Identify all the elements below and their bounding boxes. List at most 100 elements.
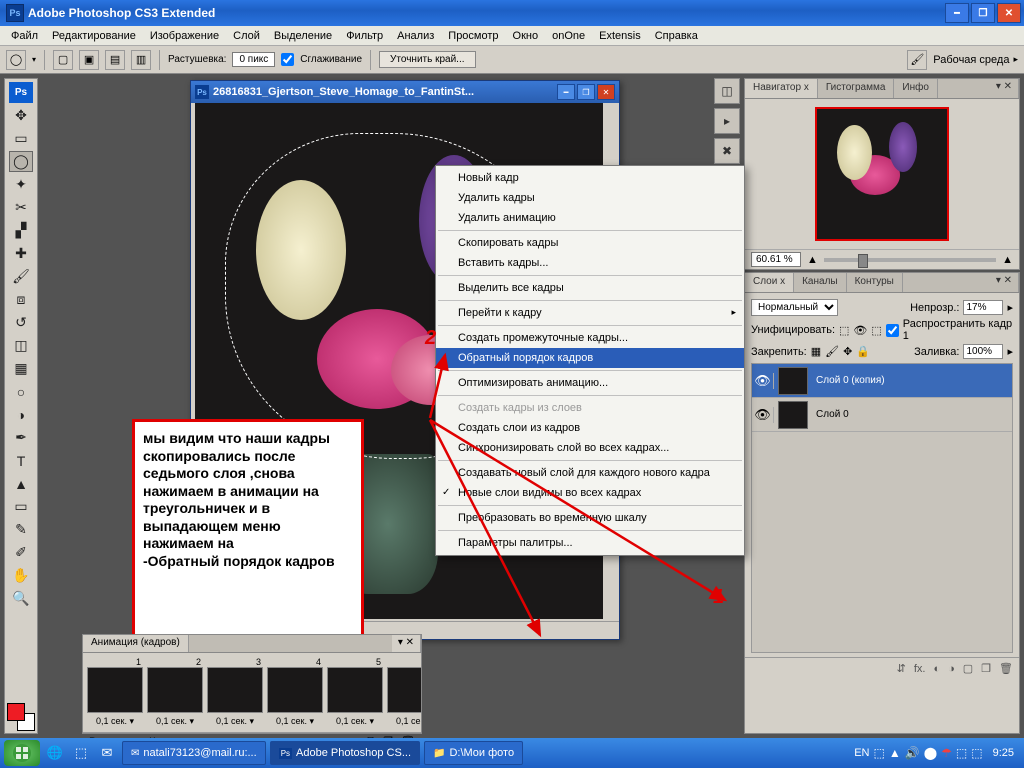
layer-name[interactable]: Слой 0 (копия) [812, 375, 885, 386]
stamp-tool-icon[interactable]: ⧈ [9, 289, 33, 310]
menu-item[interactable]: Выделить все кадры [436, 278, 744, 298]
task-photoshop[interactable]: Ps Adobe Photoshop CS... [270, 741, 420, 765]
color-swatches[interactable] [7, 703, 35, 731]
tab-channels[interactable]: Каналы [794, 273, 847, 292]
maximize-button[interactable] [971, 3, 995, 23]
tray-icon[interactable]: ⬚ [874, 746, 885, 760]
frame[interactable]: 30,1 сек. ▾ [207, 657, 263, 728]
eraser-tool-icon[interactable]: ◫ [9, 335, 33, 356]
path-select-icon[interactable]: ▲ [9, 473, 33, 494]
start-button[interactable] [4, 740, 40, 766]
selmode-sub-icon[interactable]: ▤ [105, 50, 125, 70]
group-icon[interactable]: ▢ [963, 662, 973, 675]
fg-swatch[interactable] [7, 703, 25, 721]
zoom-out-icon[interactable]: ▲ [807, 254, 818, 266]
fx-icon[interactable]: fx. [914, 663, 926, 675]
dock-icon-1[interactable]: ◫ [714, 78, 740, 104]
brush-tool-icon[interactable]: 🖌 [9, 266, 33, 287]
ql-mail-icon[interactable]: ✉ [96, 742, 118, 764]
shape-tool-icon[interactable]: ▭ [9, 496, 33, 517]
menu-file[interactable]: Файл [4, 28, 45, 44]
new-layer-icon[interactable]: ❐ [981, 662, 991, 675]
pen-tool-icon[interactable]: ✒ [9, 427, 33, 448]
menu-edit[interactable]: Редактирование [45, 28, 143, 44]
menu-extensis[interactable]: Extensis [592, 28, 648, 44]
menu-item[interactable]: Новые слои видимы во всех кадрах [436, 483, 744, 503]
propagate-checkbox[interactable] [886, 324, 899, 337]
tab-navigator[interactable]: Навигатор x [745, 79, 818, 98]
task-explorer[interactable]: 📁 D:\Мои фото [424, 741, 523, 765]
layer-item[interactable]: 👁 Слой 0 (копия) [752, 364, 1012, 398]
menu-item[interactable]: Преобразовать во временную шкалу [436, 508, 744, 528]
animation-tab[interactable]: Анимация (кадров) [83, 635, 189, 652]
tray-icon[interactable]: ⬤ [924, 746, 937, 760]
selmode-int-icon[interactable]: ▥ [131, 50, 151, 70]
frame[interactable]: 60,1 сек. ▾ [387, 657, 421, 728]
zoom-input[interactable]: 60.61 % [751, 252, 801, 267]
panel-collapse-icon[interactable]: ▾ ✕ [990, 79, 1019, 98]
frame[interactable]: 20,1 сек. ▾ [147, 657, 203, 728]
marquee-tool-icon[interactable]: ▭ [9, 128, 33, 149]
close-button[interactable] [997, 3, 1021, 23]
visibility-icon[interactable]: 👁 [752, 373, 774, 389]
gradient-tool-icon[interactable]: ▦ [9, 358, 33, 379]
menu-item[interactable]: Обратный порядок кадров [436, 348, 744, 368]
menu-item[interactable]: Параметры палитры... [436, 533, 744, 553]
ql-desktop-icon[interactable]: ⬚ [70, 742, 92, 764]
doc-close-button[interactable]: ✕ [597, 84, 615, 100]
clock[interactable]: 9:25 [987, 747, 1020, 759]
menu-item[interactable]: Удалить анимацию [436, 208, 744, 228]
adjustment-icon[interactable]: ◑ [948, 663, 955, 675]
doc-max-button[interactable]: ❐ [577, 84, 595, 100]
brush-icon[interactable]: 🖌 [907, 50, 927, 70]
dodge-tool-icon[interactable]: ◑ [9, 404, 33, 425]
trash-icon[interactable]: 🗑 [999, 662, 1013, 675]
menu-item[interactable]: Удалить кадры [436, 188, 744, 208]
unify-vis-icon[interactable]: 👁 [853, 324, 867, 337]
lock-brush-icon[interactable]: 🖌 [825, 345, 839, 358]
menu-item[interactable]: Скопировать кадры [436, 233, 744, 253]
menu-select[interactable]: Выделение [267, 28, 339, 44]
menu-image[interactable]: Изображение [143, 28, 226, 44]
move-tool-icon[interactable]: ✥ [9, 105, 33, 126]
menu-item[interactable]: Создать слои из кадров [436, 418, 744, 438]
wand-tool-icon[interactable]: ✦ [9, 174, 33, 195]
layers-collapse-icon[interactable]: ▾ ✕ [990, 273, 1019, 292]
menu-item[interactable]: Оптимизировать анимацию... [436, 373, 744, 393]
frame[interactable]: 10,1 сек. ▾ [87, 657, 143, 728]
menu-onone[interactable]: onOne [545, 28, 592, 44]
tray-antivirus-icon[interactable]: ☂ [941, 746, 952, 760]
feather-input[interactable]: 0 пикс [232, 52, 275, 67]
menu-item[interactable]: Синхронизировать слой во всех кадрах... [436, 438, 744, 458]
workspace-menu[interactable]: Рабочая среда [933, 54, 1018, 66]
link-icon[interactable]: ⇵ [897, 662, 906, 675]
lasso-tool-icon[interactable]: ◯ [6, 50, 26, 70]
mask-icon[interactable]: ◐ [933, 663, 940, 675]
lang-indicator[interactable]: EN [854, 747, 869, 759]
history-brush-icon[interactable]: ↺ [9, 312, 33, 333]
menu-view[interactable]: Просмотр [441, 28, 505, 44]
menu-item[interactable]: Новый кадр [436, 168, 744, 188]
ql-ie-icon[interactable]: 🌐 [44, 742, 66, 764]
fill-input[interactable] [963, 344, 1003, 359]
lock-pixels-icon[interactable]: ▦ [811, 345, 821, 358]
antialias-checkbox[interactable] [281, 53, 294, 66]
selmode-add-icon[interactable]: ▣ [79, 50, 99, 70]
blur-tool-icon[interactable]: ○ [9, 381, 33, 402]
hand-tool-icon[interactable]: ✋ [9, 565, 33, 586]
dock-icon-2[interactable]: ▸ [714, 108, 740, 134]
tab-layers[interactable]: Слои x [745, 273, 794, 292]
tab-paths[interactable]: Контуры [847, 273, 903, 292]
zoom-slider[interactable] [824, 258, 996, 262]
menu-window[interactable]: Окно [506, 28, 546, 44]
menu-item[interactable]: Создать промежуточные кадры... [436, 328, 744, 348]
doc-min-button[interactable]: ━ [557, 84, 575, 100]
tray-icon[interactable]: ⬚ [956, 746, 967, 760]
unify-pos-icon[interactable]: ⬚ [839, 324, 849, 337]
tab-info[interactable]: Инфо [894, 79, 938, 98]
menu-item[interactable]: Перейти к кадру [436, 303, 744, 323]
tray-icon[interactable]: ⬚ [971, 746, 982, 760]
menu-help[interactable]: Справка [648, 28, 705, 44]
unify-style-icon[interactable]: ⬚ [871, 324, 881, 337]
layer-name[interactable]: Слой 0 [812, 409, 849, 420]
